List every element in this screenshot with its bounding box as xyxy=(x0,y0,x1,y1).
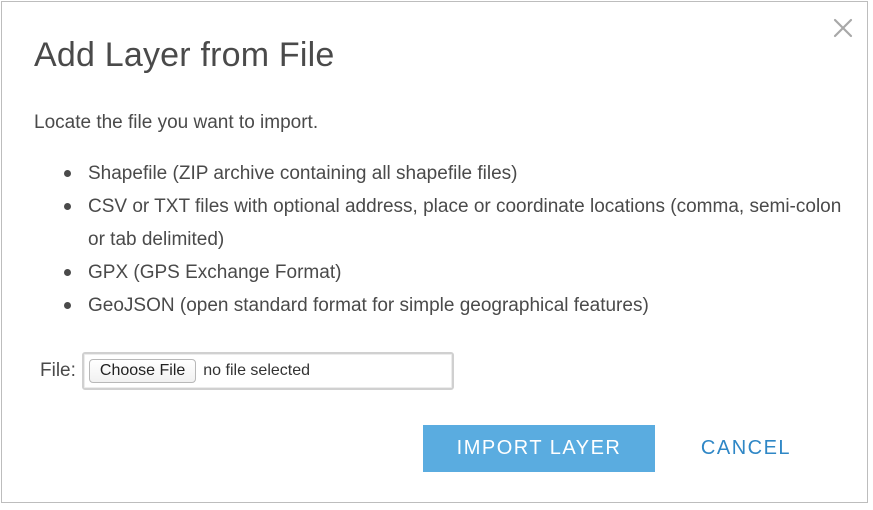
file-input[interactable]: Choose File no file selected xyxy=(81,352,454,390)
format-geojson: GeoJSON (open standard format for simple… xyxy=(88,295,649,316)
file-status: no file selected xyxy=(203,362,311,379)
format-gpx: GPX (GPS Exchange Format) xyxy=(88,262,342,283)
dialog-title: Add Layer from File xyxy=(34,36,335,74)
bullet-icon xyxy=(64,203,71,210)
format-list-item: Shapefile (ZIP archive containing all sh… xyxy=(64,157,848,190)
format-list-item: CSV or TXT files with optional address, … xyxy=(64,190,848,256)
choose-file-button[interactable]: Choose File xyxy=(88,359,197,383)
import-layer-button[interactable]: IMPORT LAYER xyxy=(423,425,655,472)
format-list: Shapefile (ZIP archive containing all sh… xyxy=(42,157,848,322)
bullet-icon xyxy=(64,170,71,177)
bullet-icon xyxy=(64,269,71,276)
format-shapefile: Shapefile (ZIP archive containing all sh… xyxy=(88,163,518,184)
dialog-intro: Locate the file you want to import. xyxy=(34,112,319,133)
bullet-icon xyxy=(64,302,71,309)
file-label: File: xyxy=(40,360,76,381)
file-row: File: Choose File no file selected xyxy=(40,350,454,392)
close-button[interactable] xyxy=(829,14,857,42)
cancel-button[interactable]: CANCEL xyxy=(682,425,810,472)
close-icon xyxy=(833,18,853,38)
add-layer-dialog: Add Layer from File Locate the file you … xyxy=(1,1,868,503)
format-csv-txt: CSV or TXT files with optional address, … xyxy=(88,196,842,250)
format-list-item: GPX (GPS Exchange Format) xyxy=(64,256,848,289)
format-list-item: GeoJSON (open standard format for simple… xyxy=(64,289,848,322)
